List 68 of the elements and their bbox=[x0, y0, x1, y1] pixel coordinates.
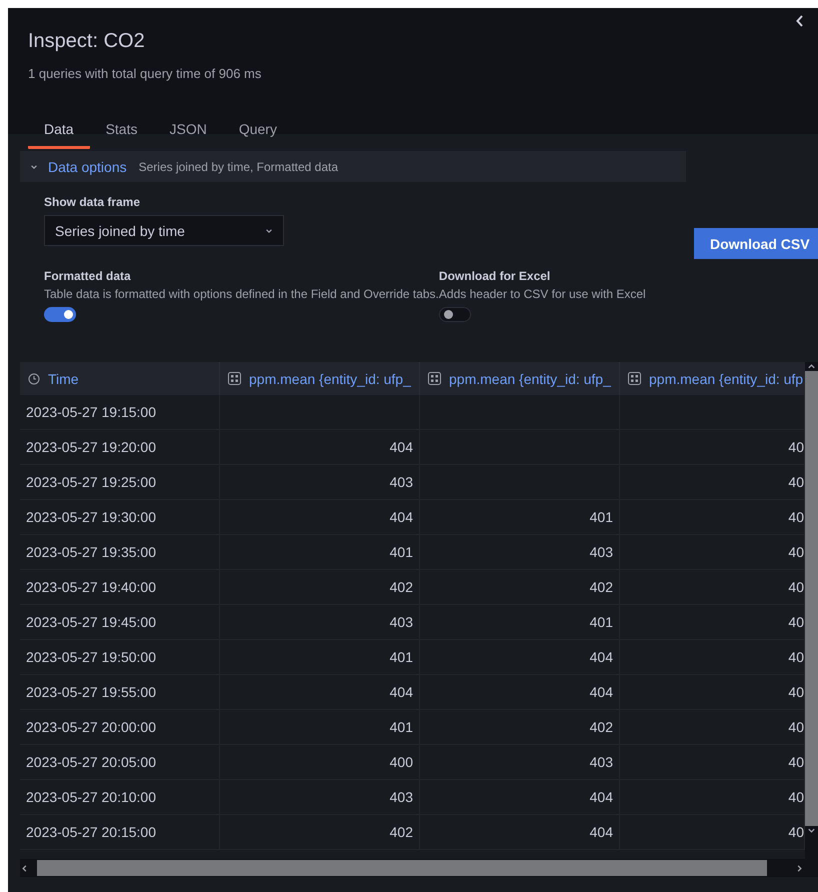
column-header[interactable]: ppm.mean {entity_id: ufp_ bbox=[220, 362, 420, 395]
table-cell: 2023-05-27 19:45:00 bbox=[20, 605, 220, 639]
caret-icon[interactable] bbox=[265, 226, 273, 234]
scroll-right-icon[interactable] bbox=[795, 864, 804, 872]
scroll-up-icon[interactable] bbox=[807, 362, 816, 371]
table-cell: 2023-05-27 19:40:00 bbox=[20, 570, 220, 604]
data-frame-select[interactable]: Series joined by time bbox=[44, 215, 284, 246]
scroll-down-icon[interactable] bbox=[807, 826, 816, 835]
table-cell: 403 bbox=[220, 780, 420, 814]
switch-description: Adds header to CSV for use with Excel bbox=[438, 287, 647, 301]
tab[interactable]: Stats bbox=[90, 115, 154, 149]
tab[interactable]: JSON bbox=[153, 115, 223, 149]
table-cell: 401 bbox=[220, 535, 420, 569]
table-cell: 403 bbox=[220, 605, 420, 639]
table-cell: 2023-05-27 20:10:00 bbox=[20, 780, 220, 814]
table-cell: 404 bbox=[420, 780, 620, 814]
table-cell: 2023-05-27 20:05:00 bbox=[20, 745, 220, 779]
switch-label: Download for Excel bbox=[438, 269, 552, 283]
grid-icon bbox=[428, 372, 441, 385]
table-cell: 403 bbox=[420, 535, 620, 569]
table-cell: 404 bbox=[220, 430, 420, 464]
table-cell: 2023-05-27 19:30:00 bbox=[20, 500, 220, 534]
drawer-title: Inspect: CO2 bbox=[28, 30, 146, 53]
table-cell: 2023-05-27 20:00:00 bbox=[20, 710, 220, 744]
table-cell: 400 bbox=[220, 745, 420, 779]
table-cell: 2023-05-27 19:15:00 bbox=[20, 395, 220, 429]
vertical-scrollbar[interactable] bbox=[805, 362, 818, 859]
table-cell: 402 bbox=[420, 710, 620, 744]
table-cell: 2023-05-27 19:25:00 bbox=[20, 465, 220, 499]
table-cell: 401 bbox=[220, 640, 420, 674]
table-cell: 403 bbox=[220, 465, 420, 499]
table-cell: 401 bbox=[420, 605, 620, 639]
table-cell: 404 bbox=[220, 500, 420, 534]
table-cell: 402 bbox=[220, 815, 420, 849]
table-cell: 404 bbox=[220, 675, 420, 709]
field-label: Show data frame bbox=[44, 195, 142, 209]
table-cell: 2023-05-27 19:55:00 bbox=[20, 675, 220, 709]
grid-icon bbox=[228, 372, 241, 385]
drawer-subtitle: 1 queries with total query time of 906 ms bbox=[28, 66, 262, 81]
table-cell: 401 bbox=[420, 500, 620, 534]
table-cell: 404 bbox=[420, 675, 620, 709]
table-cell: 404 bbox=[420, 815, 620, 849]
data-options-label: Data options bbox=[48, 158, 127, 174]
chevron-left-icon[interactable] bbox=[796, 15, 804, 27]
download-csv-button[interactable]: Download CSV bbox=[694, 228, 818, 259]
column-header[interactable]: Time bbox=[20, 362, 220, 395]
switch-label: Formatted data bbox=[44, 269, 132, 283]
table-cell: 401 bbox=[220, 710, 420, 744]
clock-icon bbox=[28, 372, 40, 384]
scroll-left-icon[interactable] bbox=[20, 864, 29, 872]
toggle-switch[interactable] bbox=[44, 307, 76, 322]
data-options-summary: Series joined by time, Formatted data bbox=[138, 160, 338, 174]
table-cell: 2023-05-27 19:35:00 bbox=[20, 535, 220, 569]
grid-icon bbox=[628, 372, 641, 385]
table-cell: 402 bbox=[220, 570, 420, 604]
horizontal-scrollbar[interactable] bbox=[20, 859, 818, 877]
column-header[interactable]: ppm.mean {entity_id: ufp_ bbox=[420, 362, 620, 395]
table-cell: 2023-05-27 19:50:00 bbox=[20, 640, 220, 674]
data-options-bar[interactable]: Data options Series joined by time, Formatted data bbox=[20, 151, 686, 182]
table-cell: 2023-05-27 20:15:00 bbox=[20, 815, 220, 849]
table-cell: 404 bbox=[420, 640, 620, 674]
table-cell: 2023-05-27 19:20:00 bbox=[20, 430, 220, 464]
toggle-switch[interactable] bbox=[438, 307, 471, 322]
tab[interactable]: Query bbox=[222, 115, 293, 149]
column-header[interactable]: ppm.mean {entity_id: ufp bbox=[620, 362, 805, 395]
switch-description: Table data is formatted with options defined in the Field and Override tabs. bbox=[44, 287, 439, 301]
table-cell: 403 bbox=[420, 745, 620, 779]
table-cell: 402 bbox=[420, 570, 620, 604]
